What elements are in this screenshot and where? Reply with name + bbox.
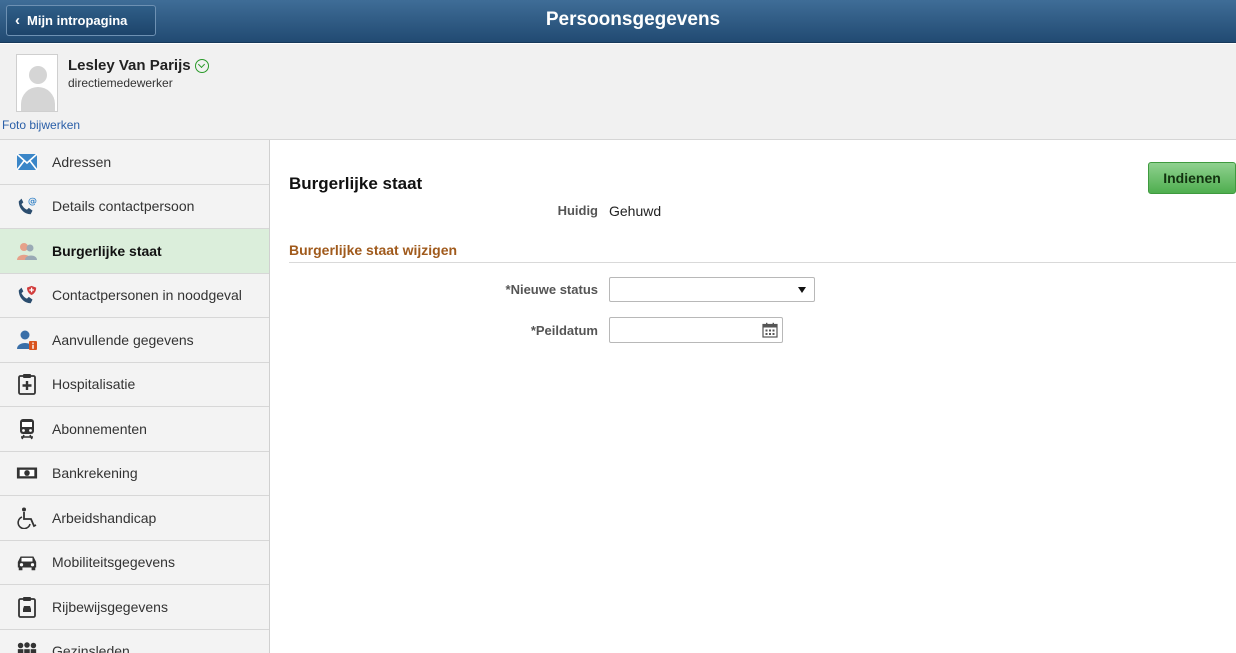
sidebar-item-label: Arbeidshandicap bbox=[52, 509, 157, 526]
sidebar-item-label: Rijbewijsgegevens bbox=[52, 598, 168, 615]
calendar-icon[interactable] bbox=[762, 322, 778, 338]
sidebar-item-rijbewijsgegevens[interactable]: Rijbewijsgegevens bbox=[0, 585, 269, 630]
banknote-icon bbox=[16, 462, 38, 484]
new-status-label: *Nieuwe status bbox=[505, 282, 598, 297]
sidebar-item-arbeidshandicap[interactable]: Arbeidshandicap bbox=[0, 496, 269, 541]
sidebar-item-label: Gezinsleden bbox=[52, 643, 130, 653]
sidebar-item-burgerlijke-staat[interactable]: Burgerlijke staat bbox=[0, 229, 269, 274]
sidebar-item-label: Details contactpersoon bbox=[52, 198, 195, 215]
sidebar-item-label: Burgerlijke staat bbox=[52, 242, 162, 259]
dropdown-arrow-icon bbox=[798, 287, 806, 293]
current-status-value: Gehuwd bbox=[609, 203, 662, 219]
sidebar-item-label: Aanvullende gegevens bbox=[52, 331, 194, 348]
medical-clipboard-icon bbox=[16, 373, 38, 396]
header-bar: ‹ Mijn intropagina Persoonsgegevens bbox=[0, 0, 1236, 43]
family-icon bbox=[16, 640, 38, 653]
submit-button[interactable]: Indienen bbox=[1148, 162, 1236, 194]
sidebar-item-noodgeval[interactable]: Contactpersonen in noodgeval bbox=[0, 274, 269, 318]
sidebar-item-label: Abonnementen bbox=[52, 420, 147, 437]
couple-icon bbox=[16, 240, 38, 262]
phone-at-icon: @ bbox=[16, 195, 38, 217]
sidebar-item-hospitalisatie[interactable]: Hospitalisatie bbox=[0, 363, 269, 407]
avatar bbox=[16, 54, 58, 112]
user-name: Lesley Van Parijs bbox=[68, 57, 209, 74]
page-title: Persoonsgegevens bbox=[545, 9, 721, 30]
sidebar-item-details-contactpersoon[interactable]: @ Details contactpersoon bbox=[0, 185, 269, 229]
sidebar-item-mobiliteitsgegevens[interactable]: Mobiliteitsgegevens bbox=[0, 541, 269, 585]
user-role: directiemedewerker bbox=[68, 76, 173, 90]
profile-band: Lesley Van Parijs directiemedewerker Fot… bbox=[0, 44, 1236, 140]
person-info-icon bbox=[16, 329, 38, 351]
subsection-title: Burgerlijke staat wijzigen bbox=[289, 242, 458, 258]
date-label: *Peildatum bbox=[530, 323, 598, 338]
sidebar-item-bankrekening[interactable]: Bankrekening bbox=[0, 452, 269, 496]
sidebar-item-label: Bankrekening bbox=[52, 465, 138, 482]
car-icon bbox=[16, 551, 38, 573]
sidebar-item-label: Mobiliteitsgegevens bbox=[52, 554, 175, 571]
sidebar: Adressen @ Details contactpersoon Burger… bbox=[0, 140, 270, 653]
new-status-select[interactable] bbox=[609, 277, 815, 302]
sidebar-item-aanvullende-gegevens[interactable]: Aanvullende gegevens bbox=[0, 318, 269, 363]
license-clipboard-icon bbox=[16, 596, 38, 618]
current-status-label: Huidig bbox=[557, 203, 598, 218]
user-name-text: Lesley Van Parijs bbox=[68, 57, 191, 74]
sidebar-item-label: Hospitalisatie bbox=[52, 376, 136, 393]
sidebar-item-label: Contactpersonen in noodgeval bbox=[52, 287, 242, 304]
update-photo-link[interactable]: Foto bijwerken bbox=[2, 118, 80, 132]
section-title: Burgerlijke staat bbox=[289, 174, 423, 193]
sidebar-item-gezinsleden[interactable]: Gezinsleden bbox=[0, 630, 269, 653]
status-check-icon[interactable] bbox=[194, 58, 209, 73]
envelope-icon bbox=[16, 151, 38, 173]
divider bbox=[289, 262, 1236, 263]
sidebar-item-abonnementen[interactable]: Abonnementen bbox=[0, 407, 269, 452]
phone-emergency-icon bbox=[16, 284, 38, 306]
sidebar-item-label: Adressen bbox=[52, 153, 112, 170]
svg-text:@: @ bbox=[28, 196, 37, 207]
train-icon bbox=[16, 418, 38, 440]
main-content: Indienen Burgerlijke staat Huidig Gehuwd… bbox=[271, 140, 1236, 653]
sidebar-item-adressen[interactable]: Adressen bbox=[0, 140, 269, 185]
date-input[interactable] bbox=[609, 317, 783, 343]
wheelchair-icon bbox=[16, 507, 38, 529]
